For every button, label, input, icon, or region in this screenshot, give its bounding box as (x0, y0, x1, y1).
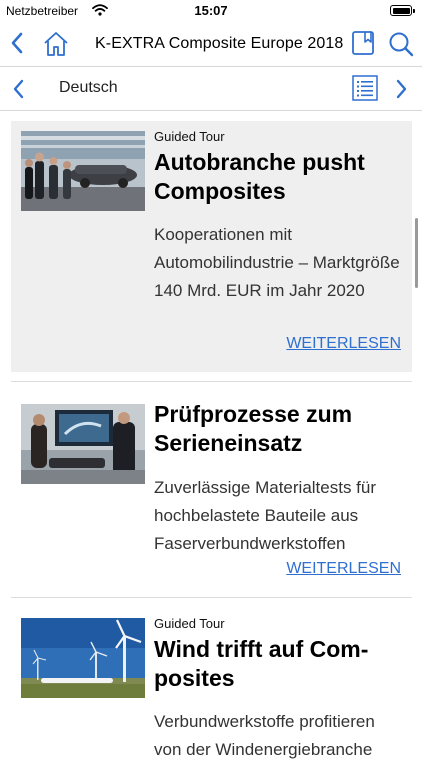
table-of-contents-button[interactable] (352, 75, 378, 106)
scroll-indicator[interactable] (415, 218, 418, 288)
article-divider (11, 381, 412, 382)
search-icon (389, 32, 414, 57)
previous-language-button[interactable] (12, 79, 26, 104)
article-card[interactable]: Guided Tour Wind trifft auf Com-posites … (11, 608, 412, 759)
article-thumbnail-testing-lab (21, 404, 145, 484)
chevron-left-icon (11, 32, 23, 54)
home-icon (44, 32, 68, 56)
language-label: Deutsch (59, 79, 118, 96)
article-category: Guided Tour (154, 616, 225, 631)
page-title: K-EXTRA Composite Europe 2018 (95, 35, 344, 52)
read-more-link[interactable]: WEITERLESEN (286, 335, 401, 353)
article-teaser: Zuverlässige Materialtests für hochbelas… (154, 478, 377, 553)
article-card[interactable]: Prüfprozesse zum Serieneinsatz Zuverläss… (11, 392, 412, 588)
article-divider (11, 597, 412, 598)
article-thumbnail-wind-turbines (21, 618, 145, 698)
article-title[interactable]: Wind trifft auf Com-posites (154, 635, 404, 693)
chevron-left-icon (13, 79, 24, 99)
article-teaser: Verbundwerkstoffe profitieren von der Wi… (154, 712, 375, 759)
article-category: Guided Tour (154, 129, 225, 144)
article-card[interactable]: Guided Tour Autobranche pusht Composites… (11, 121, 412, 372)
article-title[interactable]: Autobranche pusht Composites (154, 148, 404, 206)
bookmark-button[interactable] (350, 29, 376, 62)
clock: 15:07 (194, 3, 228, 18)
search-button[interactable] (387, 30, 415, 63)
navigation-bar: K-EXTRA Composite Europe 2018 (0, 22, 422, 66)
back-button[interactable] (10, 32, 24, 59)
home-button[interactable] (42, 30, 70, 63)
language-bar: Deutsch (0, 67, 422, 110)
list-icon (352, 75, 378, 101)
language-divider (0, 110, 422, 111)
article-thumbnail-car-exhibition (21, 131, 145, 211)
status-bar: Netzbetreiber 15:07 (0, 0, 422, 22)
article-teaser: Kooperationen mit Automobilindustrie – M… (154, 225, 400, 300)
next-language-button[interactable] (394, 79, 408, 104)
chevron-right-icon (396, 79, 407, 99)
battery-icon (390, 5, 415, 16)
read-more-link[interactable]: WEITERLESEN (286, 560, 401, 578)
book-bookmark-icon (352, 31, 374, 55)
article-title[interactable]: Prüfprozesse zum Serieneinsatz (154, 400, 404, 458)
